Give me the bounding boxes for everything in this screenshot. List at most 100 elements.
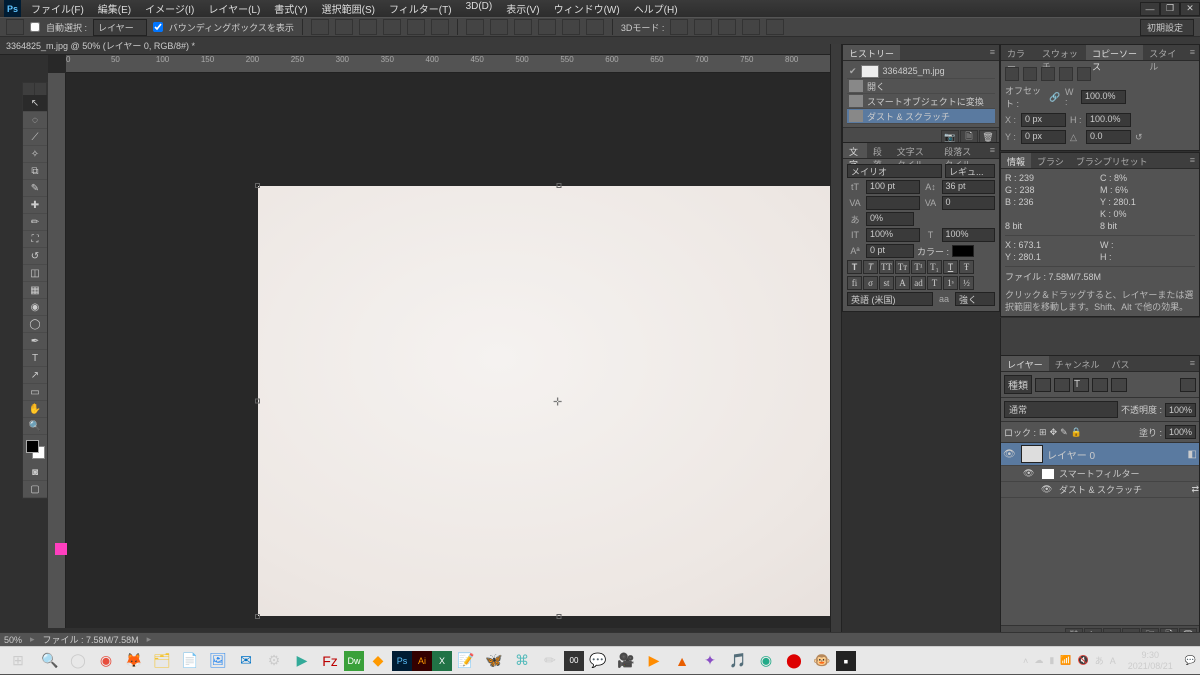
distribute-right-icon[interactable] <box>586 19 604 35</box>
close-button[interactable]: ✕ <box>1180 2 1200 16</box>
auto-select-checkbox[interactable] <box>30 22 40 32</box>
gradient-tool-icon[interactable]: ▦ <box>23 282 47 299</box>
notifications-icon[interactable]: 💬 <box>1185 655 1196 666</box>
heal-tool-icon[interactable]: ✚ <box>23 197 47 214</box>
distribute-bottom-icon[interactable] <box>514 19 532 35</box>
notepad-icon[interactable]: 📄 <box>176 647 204 675</box>
character-panel-menu-icon[interactable]: ≡ <box>986 143 999 158</box>
mode3d-icon-2[interactable] <box>694 19 712 35</box>
canvas[interactable]: ✛ <box>258 186 830 616</box>
toolbox-grip[interactable] <box>23 83 47 95</box>
history-panel-menu-icon[interactable]: ≡ <box>986 45 999 60</box>
excel-icon[interactable]: X <box>432 651 452 671</box>
ot-1st-button[interactable]: 1ˢ <box>943 276 958 290</box>
illustrator-icon[interactable]: Ai <box>412 651 432 671</box>
layer-item-0[interactable]: 👁 レイヤー 0 ◧ <box>1001 443 1199 466</box>
app2-icon[interactable]: 🦋 <box>480 647 508 675</box>
history-source[interactable]: ✔ 3364825_m.jpg <box>847 64 995 79</box>
history-item-smartobj[interactable]: スマートオブジェクトに変換 <box>847 94 995 109</box>
type-tool-icon[interactable]: T <box>23 350 47 367</box>
path-select-tool-icon[interactable]: ↗ <box>23 367 47 384</box>
swatch-tab[interactable]: スウォッチ <box>1036 45 1086 60</box>
smart-filter-group[interactable]: 👁 スマートフィルター <box>1001 466 1199 482</box>
filter-options-icon[interactable]: ⇄ <box>1191 484 1199 495</box>
handle-bl[interactable] <box>255 614 260 619</box>
filezilla-icon[interactable]: Fz <box>316 647 344 675</box>
quickmask-icon[interactable]: ◙ <box>23 464 47 481</box>
ot-st-button[interactable]: st <box>879 276 894 290</box>
status-more-icon[interactable]: ▸ <box>147 634 152 645</box>
firefox-icon[interactable]: 🦊 <box>120 647 148 675</box>
brush-tab[interactable]: ブラシ <box>1031 153 1070 168</box>
italic-button[interactable]: T <box>863 260 878 274</box>
ot-fi-button[interactable]: fi <box>847 276 862 290</box>
app1-icon[interactable]: 📝 <box>452 647 480 675</box>
fg-bg-colors[interactable] <box>23 438 47 464</box>
cloud-icon[interactable]: ☁ <box>1034 655 1043 666</box>
player-icon[interactable]: ▶ <box>640 647 668 675</box>
aa-field[interactable]: 強く <box>955 292 995 306</box>
shape-tool-icon[interactable]: ▭ <box>23 384 47 401</box>
clone-src-4-icon[interactable] <box>1059 67 1073 81</box>
menu-file[interactable]: ファイル(F) <box>25 0 90 18</box>
paragraph-tab[interactable]: 段落 <box>867 143 891 158</box>
fill-field[interactable]: 100% <box>1165 425 1196 439</box>
search-icon[interactable]: 🔍 <box>36 647 64 675</box>
photos-icon[interactable]: 🖼 <box>204 647 232 675</box>
distribute-vcenter-icon[interactable] <box>490 19 508 35</box>
hand-tool-icon[interactable]: ✋ <box>23 401 47 418</box>
handle-tc[interactable] <box>556 183 561 188</box>
clone-src-1-icon[interactable] <box>1005 67 1019 81</box>
align-hcenter-icon[interactable] <box>335 19 353 35</box>
filter-type-icon[interactable]: T <box>1073 378 1089 392</box>
layers-tab[interactable]: レイヤー <box>1001 356 1049 371</box>
smallcaps-button[interactable]: Tᴛ <box>895 260 910 274</box>
opacity-field[interactable]: 100% <box>1165 403 1196 417</box>
stamp-tool-icon[interactable]: ⛶ <box>23 231 47 248</box>
volume-icon[interactable]: 🔇 <box>1077 655 1088 666</box>
para-style-tab[interactable]: 段落スタイル <box>938 143 986 158</box>
font-weight-field[interactable]: レギュ... <box>945 164 995 178</box>
ot-A-button[interactable]: A <box>895 276 910 290</box>
ot-ad-button[interactable]: ad <box>911 276 926 290</box>
align-bottom-icon[interactable] <box>431 19 449 35</box>
dodge-tool-icon[interactable]: ◯ <box>23 316 47 333</box>
menu-3d[interactable]: 3D(D) <box>460 0 499 18</box>
history-item-open[interactable]: 開く <box>847 79 995 94</box>
reset-icon[interactable]: ↺ <box>1135 132 1147 143</box>
app5-icon[interactable]: 00 <box>564 651 584 671</box>
crop-tool-icon[interactable]: ⧉ <box>23 163 47 180</box>
mode3d-icon-1[interactable] <box>670 19 688 35</box>
y-field[interactable]: 0 px <box>1021 130 1066 144</box>
chrome-icon[interactable]: ◉ <box>92 647 120 675</box>
filter-visibility-icon[interactable]: 👁 <box>1041 484 1055 495</box>
baseline-field[interactable]: 0 pt <box>866 244 914 258</box>
photoshop-icon[interactable]: Ps <box>392 651 412 671</box>
app8-icon[interactable]: 🐵 <box>808 647 836 675</box>
underline-button[interactable]: T <box>943 260 958 274</box>
ot-sigma-button[interactable]: σ <box>863 276 878 290</box>
blur-tool-icon[interactable]: ◉ <box>23 299 47 316</box>
text-color-swatch[interactable] <box>952 245 974 257</box>
battery-icon[interactable]: ▮ <box>1049 655 1054 666</box>
character-tab[interactable]: 文字 <box>843 143 867 158</box>
lang-field[interactable]: 英語 (米国) <box>847 292 933 306</box>
distribute-hcenter-icon[interactable] <box>562 19 580 35</box>
menu-window[interactable]: ウィンドウ(W) <box>548 0 626 18</box>
smart-filter-item[interactable]: 👁 ダスト & スクラッチ ⇄ <box>1001 482 1199 498</box>
music-icon[interactable]: 🎵 <box>724 647 752 675</box>
menu-filter[interactable]: フィルター(T) <box>383 0 458 18</box>
layer-visibility-icon[interactable]: 👁 <box>1003 449 1017 460</box>
screenmode-icon[interactable]: ▢ <box>23 481 47 498</box>
filter-shape-icon[interactable] <box>1092 378 1108 392</box>
subscript-button[interactable]: T₁ <box>927 260 942 274</box>
filter-pixel-icon[interactable] <box>1035 378 1051 392</box>
clone-src-3-icon[interactable] <box>1041 67 1055 81</box>
transform-center-icon[interactable]: ✛ <box>553 396 564 407</box>
marquee-tool-icon[interactable]: ◌ <box>23 112 47 129</box>
menu-image[interactable]: イメージ(I) <box>139 0 200 18</box>
explorer-icon[interactable]: 🗂 <box>148 647 176 675</box>
paths-tab[interactable]: パス <box>1105 356 1135 371</box>
settings-icon[interactable]: ⚙ <box>260 647 288 675</box>
leading-field[interactable]: 36 pt <box>942 180 996 194</box>
